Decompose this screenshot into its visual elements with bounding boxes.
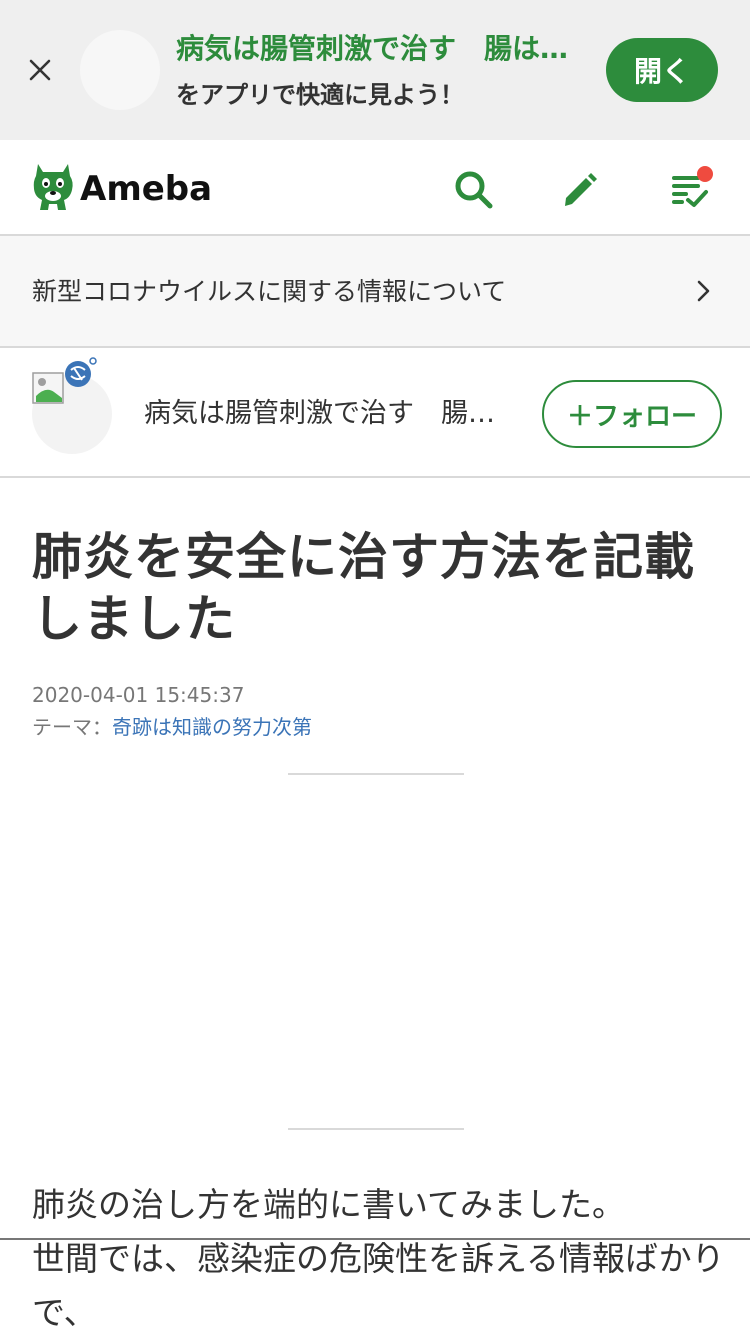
pencil-icon[interactable]: [558, 168, 602, 212]
logo-text[interactable]: Ameba: [80, 167, 212, 211]
app-banner: 病気は腸管刺激で治す 腸は… をアプリで快適に見よう！ 開く: [0, 0, 750, 140]
theme-prefix: テーマ：: [32, 715, 112, 739]
blog-badge-icon: [65, 357, 97, 387]
article-date: 2020-04-01 15:45:37: [32, 683, 245, 707]
body-paragraph-line-2: 世間では、感染症の危険性を訴える情報ばかり: [32, 1239, 725, 1278]
open-app-button[interactable]: 開く: [606, 38, 718, 102]
page: 病気は腸管刺激で治す 腸は… をアプリで快適に見よう！ 開く Ameba 新型コ…: [0, 0, 750, 1334]
article-title: 肺炎を安全に治す方法を記載しました: [32, 528, 695, 648]
ad-divider-top: [288, 773, 464, 775]
close-icon: [29, 59, 51, 81]
ad-divider-bottom: [288, 1128, 464, 1130]
theme-line: テーマ：奇跡は知識の努力次第: [32, 712, 312, 742]
blogger-row: 病気は腸管刺激で治す 腸… ＋フォロー: [0, 350, 750, 478]
chevron-right-icon: [697, 280, 710, 302]
broken-image-icon: [32, 372, 64, 404]
body-paragraph-line-3: で、: [32, 1293, 97, 1332]
search-icon[interactable]: [452, 168, 496, 212]
app-icon: [80, 30, 160, 110]
banner-title: 病気は腸管刺激で治す 腸は…: [176, 32, 569, 65]
banner-subtitle: をアプリで快適に見よう！: [176, 81, 464, 109]
ameba-mascot-icon[interactable]: [30, 160, 76, 214]
notice-text: 新型コロナウイルスに関する情報について: [32, 277, 507, 306]
bottom-divider: [0, 1238, 750, 1240]
close-button[interactable]: [24, 54, 56, 86]
notification-dot: [697, 166, 713, 182]
blogger-name[interactable]: 病気は腸管刺激で治す 腸…: [144, 394, 514, 434]
theme-link[interactable]: 奇跡は知識の努力次第: [112, 715, 312, 739]
follow-button[interactable]: ＋フォロー: [542, 380, 722, 448]
corona-notice-link[interactable]: 新型コロナウイルスに関する情報について: [0, 236, 750, 348]
body-paragraph-line-1: 肺炎の治し方を端的に書いてみました。: [32, 1185, 626, 1224]
